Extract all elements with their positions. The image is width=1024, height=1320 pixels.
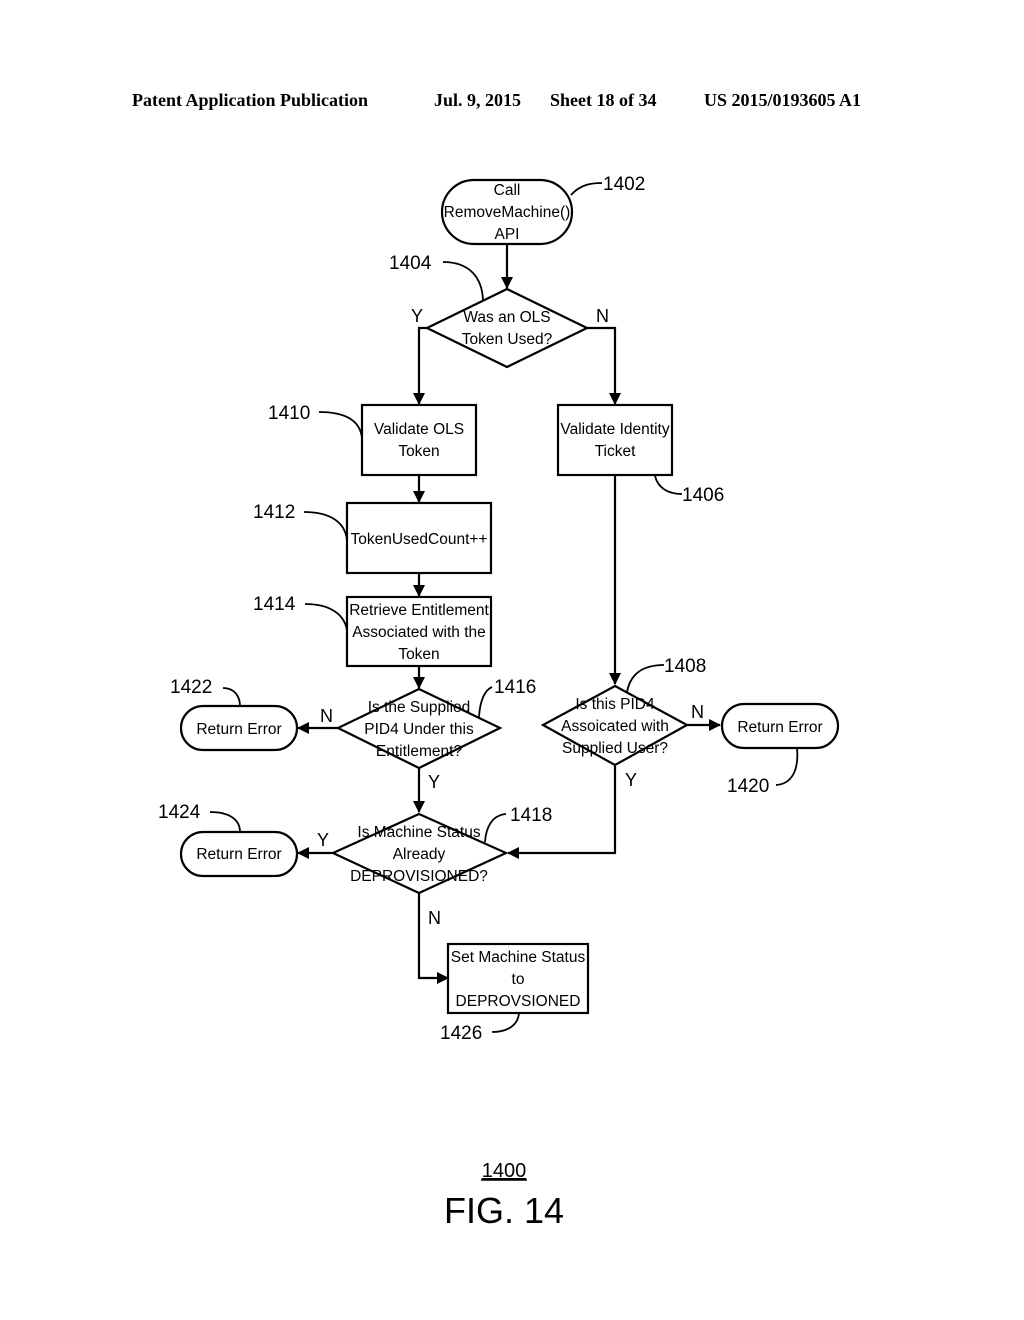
flowchart: Y N N Y N Y Y N Call RemoveMachine() API… (158, 174, 840, 1231)
node-1404-decision: Was an OLS Token Used? (424, 287, 590, 369)
node-1402-start-terminal: Call RemoveMachine() API (440, 178, 574, 246)
node-1402-line-1: Call (494, 182, 521, 199)
leader-1406 (654, 475, 683, 495)
edge-label-1404-no: N (596, 306, 609, 326)
edge-label-1408-yes: Y (625, 770, 637, 790)
edge-label-1418-yes: Y (317, 830, 329, 850)
leader-1420 (775, 747, 799, 786)
ref-1404: 1404 (389, 253, 432, 274)
node-1410-line-1: Validate OLS (374, 421, 464, 438)
edge-label-1416-no: N (320, 706, 333, 726)
ref-1426: 1426 (440, 1023, 482, 1044)
figure-title: FIG. 14 (444, 1190, 564, 1231)
ref-1418: 1418 (510, 805, 552, 826)
ref-1424: 1424 (158, 802, 201, 823)
node-1402-line-2: RemoveMachine() (444, 204, 571, 221)
node-1424-return-error-terminal: Return Error (179, 830, 299, 878)
leader-1408 (626, 664, 665, 693)
leader-1426 (491, 1012, 520, 1033)
node-1404-line-2: Token Used? (462, 331, 553, 348)
node-1420-return-error-terminal: Return Error (720, 702, 840, 750)
ref-1422: 1422 (170, 677, 212, 698)
leader-1402 (570, 182, 603, 196)
ref-1416: 1416 (494, 677, 536, 698)
leader-1416 (478, 686, 493, 718)
ref-1412: 1412 (253, 502, 295, 523)
node-1406-process: Validate Identity Ticket (556, 403, 674, 477)
edge-1404-1410 (413, 326, 427, 405)
edge-1404-1406 (587, 326, 621, 405)
node-1426-process: Set Machine Status to DEPROVSIONED (446, 942, 590, 1015)
node-1404-line-1: Was an OLS (463, 309, 550, 326)
node-1426-line-1: Set Machine Status (451, 949, 586, 966)
node-1420-line-1: Return Error (737, 719, 822, 736)
node-1416-line-3: Entitlement? (376, 743, 463, 760)
node-1408-line-3: Supplied User? (562, 740, 668, 757)
node-1414-process: Retrieve Entitlement Associated with the… (345, 595, 493, 668)
node-1410-process: Validate OLS Token (360, 403, 478, 477)
node-1402-line-3: API (495, 226, 520, 243)
edge-label-1408-no: N (691, 702, 704, 722)
leader-1412 (303, 511, 348, 541)
figure-reference-number: 1400 (482, 1160, 527, 1182)
node-1414-line-1: Retrieve Entitlement (349, 602, 489, 619)
node-1418-decision: Is Machine Status Already DEPROVISIONED? (330, 812, 509, 895)
node-1412-process: TokenUsedCount++ (345, 501, 493, 575)
ref-1406: 1406 (682, 485, 724, 506)
leader-1414 (304, 603, 348, 631)
node-1422-return-error-terminal: Return Error (179, 704, 299, 752)
node-1416-line-2: PID4 Under this (364, 721, 474, 738)
node-1414-line-2: Associated with the (352, 624, 486, 641)
node-1418-line-3: DEPROVISIONED? (350, 868, 488, 885)
ref-1408: 1408 (664, 656, 706, 677)
ref-1414: 1414 (253, 594, 296, 615)
node-1416-decision: Is the Supplied PID4 Under this Entitlem… (335, 687, 503, 770)
node-1408-decision: Is this PID4 Assoicated with Supplied Us… (540, 684, 690, 767)
node-1414-line-3: Token (398, 646, 439, 663)
node-1410-line-2: Token (398, 443, 439, 460)
edge-label-1418-no: N (428, 908, 441, 928)
node-1408-line-2: Assoicated with (561, 718, 669, 735)
node-1412-line-1: TokenUsedCount++ (350, 531, 487, 548)
node-1418-line-2: Already (393, 846, 446, 863)
node-1408-line-1: Is this PID4 (575, 696, 655, 713)
node-1426-line-3: DEPROVSIONED (456, 993, 581, 1010)
leader-1418 (484, 813, 507, 843)
node-1418-line-1: Is Machine Status (357, 824, 480, 841)
edge-label-1416-yes: Y (428, 772, 440, 792)
ref-1402: 1402 (603, 174, 645, 195)
node-1416-line-1: Is the Supplied (368, 699, 471, 716)
edge-1418-1426 (417, 893, 449, 984)
ref-1410: 1410 (268, 403, 310, 424)
node-1426-line-2: to (512, 971, 525, 988)
leader-1424 (209, 811, 241, 833)
leader-1422 (222, 687, 241, 707)
node-1406-line-1: Validate Identity (560, 421, 669, 438)
edge-label-1404-yes: Y (411, 306, 423, 326)
node-1406-line-2: Ticket (595, 443, 636, 460)
node-1422-line-1: Return Error (196, 721, 281, 738)
node-1424-line-1: Return Error (196, 846, 281, 863)
leader-1404 (442, 261, 484, 301)
ref-1420: 1420 (727, 776, 769, 797)
leader-1410 (318, 411, 363, 439)
